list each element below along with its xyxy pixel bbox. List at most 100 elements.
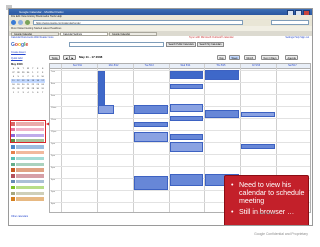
other-calendars-link[interactable]: Other calendars bbox=[11, 215, 28, 218]
calendar-list-item[interactable] bbox=[11, 197, 45, 201]
page-footer: www.google.com bbox=[258, 212, 277, 215]
google-bar: Calendar Documents Web Reader more Setti… bbox=[9, 36, 312, 40]
calendar-event[interactable] bbox=[169, 104, 204, 112]
time-label: 8am bbox=[51, 82, 56, 85]
calendar-event[interactable] bbox=[133, 176, 168, 190]
day-header[interactable]: Fri 5/16 bbox=[252, 64, 260, 68]
search-mine-button[interactable]: Search My Calendars bbox=[197, 42, 225, 47]
address-bar[interactable]: https://www.google.com/calendar/render bbox=[33, 20, 243, 25]
calendar-toolbar: Today ◀ ▶ May 11 - 17 2008 Day Week Mont… bbox=[49, 55, 309, 61]
calendar-name-bar bbox=[16, 197, 44, 201]
time-label: 5pm bbox=[51, 190, 56, 193]
calendar-color-chip bbox=[11, 145, 15, 149]
day-header[interactable]: Sun 5/11 bbox=[73, 64, 82, 68]
calendar-list-item[interactable] bbox=[11, 185, 45, 190]
date-range: May 11 - 17 2008 bbox=[79, 55, 103, 59]
calendar-event[interactable] bbox=[133, 122, 168, 127]
calendar-list-item[interactable] bbox=[11, 179, 45, 184]
calendar-event[interactable] bbox=[133, 105, 168, 114]
google-calendar-logo: Google bbox=[11, 42, 43, 49]
calendar-search-input[interactable] bbox=[69, 42, 164, 47]
view-agenda-button[interactable]: Agenda bbox=[285, 55, 299, 60]
calendar-name-bar bbox=[16, 162, 44, 167]
calendar-color-chip bbox=[11, 179, 15, 184]
calendar-name-bar bbox=[16, 179, 44, 184]
annotation-callout: Need to view his calendar to schedule me… bbox=[224, 175, 309, 225]
account-links[interactable]: Settings Help Sign out bbox=[285, 36, 309, 40]
calendar-event[interactable] bbox=[205, 110, 240, 118]
outlook-sync-banner[interactable]: Sync with Microsoft Outlook® calendar bbox=[189, 36, 234, 40]
day-header[interactable]: Sat 5/17 bbox=[288, 64, 297, 68]
calendar-search: Search Public Calendars Search My Calend… bbox=[69, 42, 229, 48]
calendar-name-bar bbox=[16, 145, 44, 149]
mini-day[interactable]: 7 bbox=[40, 91, 45, 95]
quick-add-link[interactable]: Quick Add bbox=[11, 57, 22, 60]
calendar-color-chip bbox=[11, 185, 15, 190]
time-label: 10am bbox=[51, 106, 57, 109]
slide-footer: Google Confidential and Proprietary bbox=[8, 228, 311, 240]
calendar-name-bar bbox=[16, 168, 44, 172]
hour-line bbox=[50, 130, 310, 131]
calendar-event[interactable] bbox=[169, 84, 204, 89]
calendar-name-bar bbox=[16, 174, 44, 178]
today-button[interactable]: Today bbox=[49, 55, 61, 60]
calendar-name-bar bbox=[16, 185, 44, 190]
calendar-list-item[interactable] bbox=[11, 162, 45, 167]
view-day-button[interactable]: Day bbox=[217, 55, 227, 60]
mini-week-row: 1234567 bbox=[11, 91, 45, 95]
time-label: 9am bbox=[51, 94, 56, 97]
time-label: 3pm bbox=[51, 166, 56, 169]
calendar-color-chip bbox=[11, 174, 15, 178]
calendar-event[interactable] bbox=[169, 116, 204, 121]
hour-line bbox=[50, 94, 310, 95]
day-header[interactable]: Thu 5/15 bbox=[216, 64, 225, 68]
hour-line bbox=[50, 166, 310, 167]
calendar-event[interactable] bbox=[169, 174, 204, 186]
browser-screenshot: Google Calendar - Mozilla Firefox File E… bbox=[8, 8, 313, 226]
calendar-color-chip bbox=[11, 156, 15, 161]
calendar-name-bar bbox=[16, 150, 44, 155]
highlight-box bbox=[10, 120, 46, 143]
calendar-list-item[interactable] bbox=[11, 168, 45, 172]
day-header[interactable]: Tue 5/13 bbox=[145, 64, 154, 68]
google-bar-links[interactable]: Calendar Documents Web Reader more bbox=[11, 36, 54, 40]
calendar-event[interactable] bbox=[241, 112, 276, 117]
mini-calendar: May 2008 SMTWTFS 27 28 29 30 1 2 3 4 5 6 7 8 9 10 11 12… bbox=[11, 63, 45, 115]
time-label: 11am bbox=[51, 118, 57, 121]
back-arrow-icon[interactable] bbox=[11, 20, 16, 25]
calendar-event[interactable] bbox=[241, 144, 276, 149]
next-week-button[interactable]: ▶ bbox=[69, 55, 76, 60]
view-week-button[interactable]: Week bbox=[229, 55, 241, 60]
time-label: 2pm bbox=[51, 154, 56, 157]
calendar-list-item[interactable] bbox=[11, 145, 45, 149]
calendar-event[interactable] bbox=[169, 142, 204, 152]
slide-brand-text: Google Confidential and Proprietary bbox=[254, 232, 308, 236]
calendar-event[interactable] bbox=[133, 132, 168, 142]
calendar-color-chip bbox=[11, 197, 15, 201]
calendar-event[interactable] bbox=[205, 70, 240, 80]
hour-line bbox=[50, 82, 310, 83]
view-month-button[interactable]: Month bbox=[244, 55, 256, 60]
calendar-name-bar bbox=[16, 156, 44, 161]
calendar-event[interactable] bbox=[97, 105, 114, 114]
forward-arrow-icon[interactable] bbox=[18, 20, 23, 25]
calendar-color-chip bbox=[11, 150, 15, 155]
create-event-link[interactable]: Create Event bbox=[11, 51, 26, 54]
calendar-color-chip bbox=[11, 191, 15, 196]
calendar-list-item[interactable] bbox=[11, 174, 45, 178]
calendar-color-chip bbox=[11, 162, 15, 167]
reload-icon[interactable] bbox=[25, 20, 30, 25]
search-public-button[interactable]: Search Public Calendars bbox=[166, 42, 197, 47]
calendar-event[interactable] bbox=[169, 134, 204, 140]
time-label: 7am bbox=[51, 70, 56, 73]
time-label: 12pm bbox=[51, 130, 57, 133]
calendar-event[interactable] bbox=[169, 71, 204, 79]
day-header[interactable]: Mon 5/12 bbox=[109, 64, 119, 68]
calendar-list-item[interactable] bbox=[11, 150, 45, 155]
calendar-list-item[interactable] bbox=[11, 191, 45, 196]
hour-line bbox=[50, 154, 310, 155]
view-next4-button[interactable]: Next 4 Days bbox=[261, 55, 280, 60]
browser-search-input[interactable] bbox=[271, 20, 309, 25]
calendar-list-item[interactable] bbox=[11, 156, 45, 161]
day-header[interactable]: Wed 5/14 bbox=[181, 64, 191, 68]
